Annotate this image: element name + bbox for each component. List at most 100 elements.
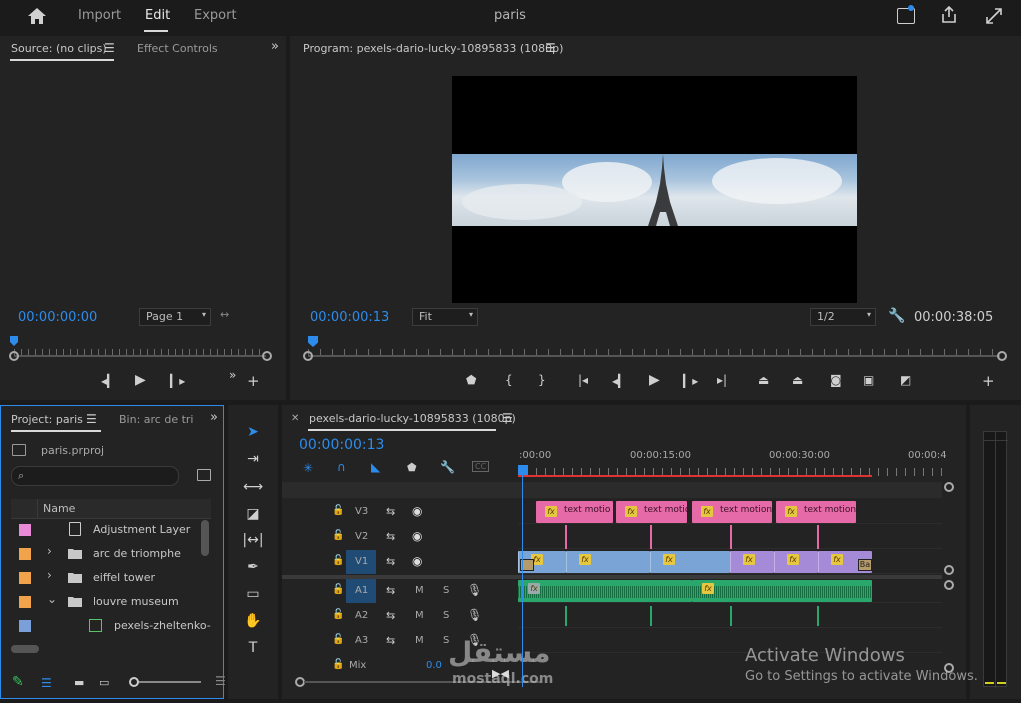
step-back-icon[interactable]: ◂▎ [612,374,627,388]
solo-button[interactable]: S [443,610,449,621]
text-clip[interactable]: fx text motion/ [692,501,775,523]
project-item[interactable]: Adjustment Layer [11,518,211,542]
extract-icon[interactable]: ⏏ [792,373,803,387]
program-zoom-bar[interactable] [308,355,1000,357]
pen-tool-icon[interactable]: ✒ [240,559,266,581]
program-menu-icon[interactable]: ☰ [545,41,556,55]
timeline-menu-icon[interactable]: ☰ [502,411,513,425]
microphone-icon[interactable]: 🎙 [467,608,482,622]
text-clip[interactable]: fx text motio [536,501,613,523]
snap-magnet-icon[interactable]: ∩ [337,460,346,474]
add-button-icon[interactable]: + [247,372,260,390]
lock-icon[interactable]: 🔓 [332,584,344,595]
mix-lock-icon[interactable]: 🔓 [332,659,344,670]
zoom-slider[interactable] [129,677,201,687]
type-tool-icon[interactable]: T [240,640,266,662]
lock-icon[interactable]: 🔓 [332,530,344,541]
add-button-icon[interactable]: + [982,372,995,390]
expand-chevron-icon[interactable]: › [47,568,52,582]
audio-clip[interactable]: fx [692,580,872,602]
quick-export-icon[interactable] [897,5,915,24]
lock-icon[interactable]: 🔓 [332,634,344,645]
project-more-icon[interactable]: ☰ [215,674,226,688]
solo-button[interactable]: S [443,585,449,596]
mute-button[interactable]: M [415,585,424,596]
page-select[interactable]: Page 1 ▾ [139,308,211,326]
comparison-view-icon[interactable]: ▣ [863,373,874,387]
project-horizontal-scrollbar[interactable] [11,645,39,653]
sync-lock-icon[interactable]: ⇆ [386,584,395,597]
project-tab[interactable]: Project: paris [11,413,83,426]
eye-icon[interactable]: ◉ [412,554,422,568]
text-clip[interactable]: fx text motio [616,501,690,523]
go-to-in-icon[interactable]: |◂ [578,373,588,387]
microphone-icon[interactable]: 🎙 [467,583,482,597]
label-color-swatch[interactable] [19,548,31,560]
source-zoom-bar[interactable] [14,355,266,357]
freeform-view-icon[interactable]: ▭ [99,676,109,689]
video-clip[interactable]: fx [650,551,730,573]
captions-icon[interactable]: CC [472,461,490,472]
share-icon[interactable] [940,5,958,24]
close-icon[interactable]: ✕ [291,413,299,424]
vertical-scroll-handle-1[interactable] [944,482,954,492]
source-tab[interactable]: Source: (no clips) [11,42,107,55]
project-item[interactable]: › eiffel tower [11,566,211,590]
program-timecode[interactable]: 00:00:00:13 [310,310,389,325]
mark-out-icon[interactable]: } [538,373,546,387]
project-item[interactable]: › arc de triomphe [11,542,211,566]
program-monitor[interactable] [452,76,857,303]
project-item[interactable]: ⌄ louvre museum [11,590,211,614]
panel-overflow-icon[interactable]: » [271,39,279,54]
eye-icon[interactable]: ◉ [412,504,422,518]
hand-tool-icon[interactable]: ✋ [240,613,266,635]
label-color-swatch[interactable] [19,620,31,632]
new-bin-search-icon[interactable] [197,469,211,481]
camera-icon[interactable]: ◙ [830,373,842,387]
zoom-handle-left[interactable] [9,351,19,361]
search-input[interactable]: ⌕ [11,466,179,486]
step-forward-icon[interactable]: ▎▸ [170,374,185,388]
project-list-scrollbar[interactable] [201,520,209,556]
wrench-icon[interactable]: 🔧 [888,308,905,324]
list-view-icon[interactable]: ☰ [41,676,52,690]
timeline-timecode[interactable]: 00:00:00:13 [299,437,384,453]
video-clip[interactable]: fx [730,551,774,573]
mute-button[interactable]: M [415,635,424,646]
sync-lock-icon[interactable]: ⇆ [386,555,395,568]
video-clip[interactable]: fx [566,551,650,573]
linked-selection-icon[interactable]: ◣ [371,460,380,474]
home-icon[interactable] [27,7,47,25]
zoom-slider-handle[interactable] [129,677,139,687]
zoom-handle-left[interactable] [303,351,313,361]
project-item[interactable]: pexels-zheltenko- [11,614,211,638]
source-playhead[interactable] [10,336,18,346]
effect-controls-tab[interactable]: Effect Controls [137,42,218,55]
sync-lock-icon[interactable]: ⇆ [386,609,395,622]
source-timecode[interactable]: 00:00:00:00 [18,310,97,325]
mute-button[interactable]: M [415,610,424,621]
column-name-header[interactable]: Name [43,502,75,515]
mark-in-icon[interactable]: { [505,373,513,387]
sync-lock-icon[interactable]: ⇆ [386,505,395,518]
proxy-toggle-icon[interactable]: ◩ [900,373,911,387]
program-playhead[interactable] [308,336,318,347]
add-marker-icon[interactable]: ⬟ [466,373,476,387]
razor-tool-icon[interactable]: ◪ [240,506,266,528]
import-tab[interactable]: Import [78,8,121,23]
icon-view-icon[interactable]: ▬ [74,676,84,689]
zoom-handle-right[interactable] [262,351,272,361]
resolution-select[interactable]: 1/2 ▾ [810,308,876,326]
vertical-scroll-handle-3[interactable] [944,580,954,590]
lock-icon[interactable]: 🔓 [332,609,344,620]
lift-icon[interactable]: ⏏ [758,373,769,387]
panel-overflow-icon[interactable]: » [210,410,218,425]
label-color-swatch[interactable] [19,596,31,608]
video-clip[interactable]: fx [774,551,818,573]
expand-chevron-icon[interactable]: ⌄ [47,592,57,606]
text-clip[interactable]: fx text motion/ [776,501,859,523]
ripple-edit-tool-icon[interactable]: ⟷ [240,479,266,501]
safe-margin-icon[interactable]: ↔ [220,308,229,321]
zoom-handle-right[interactable] [997,351,1007,361]
pencil-icon[interactable]: ✎ [12,674,24,690]
